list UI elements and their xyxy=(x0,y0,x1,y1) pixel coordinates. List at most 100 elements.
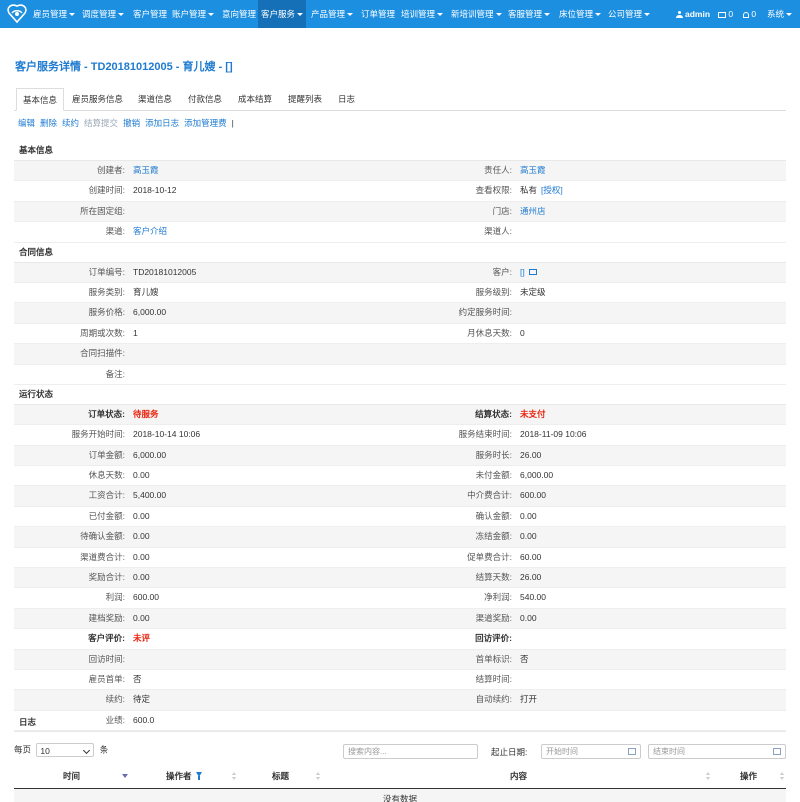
action-0-button[interactable]: 编辑 xyxy=(18,118,35,128)
nav-item-1[interactable]: 调度管理 xyxy=(79,0,127,28)
action-2-button[interactable]: 续约 xyxy=(62,118,79,128)
info-row: 续约: 待定 自动续约: 打开 xyxy=(14,690,786,711)
system-menu[interactable]: 系统 xyxy=(767,0,793,28)
field-label: 订单编号: xyxy=(88,266,125,277)
col-title[interactable]: 标题 xyxy=(272,768,289,788)
info-row: 渠道费合计: 0.00 促单费合计: 60.00 xyxy=(14,548,786,569)
info-row: 合同扫描件: xyxy=(14,344,786,365)
nav-item-5[interactable]: 客户服务 xyxy=(258,0,307,28)
field-value[interactable]: 高玉霞 xyxy=(516,161,786,180)
nav-item-7[interactable]: 订单管理 xyxy=(358,0,398,28)
info-row: 订单金额: 6,000.00 服务时长: 26.00 xyxy=(14,445,786,467)
start-date-input[interactable]: 开始时间 xyxy=(541,744,641,759)
sort-desc-icon[interactable] xyxy=(122,774,128,778)
field-label: 客户评价: xyxy=(88,633,125,644)
nav-item-0[interactable]: 雇员管理 xyxy=(30,0,78,28)
tab-3[interactable]: 付款信息 xyxy=(182,88,228,109)
info-row: 建档奖励: 0.00 渠道奖励: 0.00 xyxy=(14,608,786,630)
field-label: 服务时长: xyxy=(475,449,512,460)
field-value: 6,000.00 xyxy=(520,470,554,481)
log-section-title: 日志 xyxy=(14,712,786,732)
field-label: 渠道: xyxy=(105,226,125,237)
mail-icon[interactable] xyxy=(528,269,537,276)
col-content[interactable]: 内容 xyxy=(510,768,527,788)
field-label: 建档奖励: xyxy=(88,612,125,623)
log-search-input[interactable]: 搜索内容... xyxy=(343,744,478,759)
field-label: 奖励合计: xyxy=(88,572,125,583)
nav-item-6[interactable]: 产品管理 xyxy=(308,0,356,28)
chevron-down-icon xyxy=(644,13,651,17)
field-label: 渠道奖励: xyxy=(475,612,512,623)
info-row: 订单编号: TD20181012005 客户: [] xyxy=(14,262,786,283)
action-6-button[interactable]: 添加管理费 xyxy=(184,118,227,128)
field-value[interactable]: 高玉霞 xyxy=(129,161,400,180)
field-value[interactable]: 通州店 xyxy=(516,202,786,221)
col-action[interactable]: 操作 xyxy=(740,768,757,788)
sort-icon[interactable] xyxy=(232,772,237,782)
filter-icon[interactable] xyxy=(196,772,202,780)
field-label: 结算状态: xyxy=(475,408,512,419)
nav-item-label: 公司管理 xyxy=(608,9,643,19)
field-value: 2018-11-09 10:06 xyxy=(520,429,587,440)
field-label: 利润: xyxy=(105,592,125,603)
field-value: 6,000.00 xyxy=(133,449,167,460)
nav-item-8[interactable]: 培训管理 xyxy=(398,0,446,28)
field-value[interactable]: [] xyxy=(516,263,786,282)
mail-indicator[interactable]: 0 xyxy=(718,0,733,28)
bell-icon xyxy=(743,11,749,18)
nav-item-3[interactable]: 账户管理 xyxy=(169,0,217,28)
action-bar: 编辑 删除 续约 结算提交 撤销 添加日志 添加管理费 | xyxy=(18,117,239,129)
tab-1[interactable]: 雇员服务信息 xyxy=(66,88,129,109)
tab-2[interactable]: 渠道信息 xyxy=(132,88,178,109)
tab-4[interactable]: 成本结算 xyxy=(232,88,278,109)
nav-item-9[interactable]: 新培训管理 xyxy=(448,0,505,28)
mail-count: 0 xyxy=(728,9,734,19)
tab-0[interactable]: 基本信息 xyxy=(16,88,65,111)
chevron-down-icon xyxy=(69,13,76,17)
calendar-icon xyxy=(628,748,636,755)
action-5-button[interactable]: 添加日志 xyxy=(145,118,179,128)
field-label: 冻结金额: xyxy=(475,531,512,542)
info-row: 创建者: 高玉霞 责任人: 高玉霞 xyxy=(14,161,786,182)
field-label: 服务价格: xyxy=(88,307,125,318)
nav-item-2[interactable]: 客户管理 xyxy=(130,0,170,28)
top-navbar: 雇员管理 调度管理 客户管理 账户管理 意向管理 客户服务 产品管理 订单管理 培训管理 新培训管… xyxy=(0,0,800,28)
nav-item-12[interactable]: 公司管理 xyxy=(605,0,653,28)
nav-item-10[interactable]: 客服管理 xyxy=(505,0,553,28)
nav-item-4[interactable]: 意向管理 xyxy=(219,0,259,28)
tab-6[interactable]: 日志 xyxy=(332,88,361,109)
user-menu[interactable]: admin xyxy=(676,0,710,28)
user-name: admin xyxy=(685,9,711,19)
calendar-icon xyxy=(773,748,781,755)
field-label: 渠道费合计: xyxy=(80,551,125,562)
field-value: TD20181012005 xyxy=(133,266,197,277)
detail-table: 基本信息 创建者: 高玉霞 责任人: 高玉霞 创建时间: 2018-10-12 查看权限: 私有… xyxy=(14,141,786,732)
sort-icon[interactable] xyxy=(706,772,711,782)
col-operator[interactable]: 操作者 xyxy=(166,768,192,788)
grant-permission-link[interactable]: [授权] xyxy=(541,185,563,195)
nav-item-11[interactable]: 床位管理 xyxy=(556,0,604,28)
col-time[interactable]: 时间 xyxy=(63,768,80,788)
field-label: 已付金额: xyxy=(88,510,125,521)
field-value xyxy=(516,303,786,322)
field-value: 1 xyxy=(133,327,138,338)
sort-icon[interactable] xyxy=(780,772,785,782)
notification-indicator[interactable]: 0 xyxy=(743,0,756,28)
info-row: 客户评价: 未评 回访评价: xyxy=(14,629,786,650)
sort-icon[interactable] xyxy=(316,772,321,782)
field-value: 600.00 xyxy=(520,490,546,501)
field-label: 订单状态: xyxy=(88,408,125,419)
tab-5[interactable]: 提醒列表 xyxy=(282,88,328,109)
chevron-down-icon xyxy=(495,13,502,17)
info-row: 服务类别: 育儿嫂 服务级别: 未定级 xyxy=(14,283,786,304)
end-date-input[interactable]: 结束时间 xyxy=(648,744,786,759)
field-value xyxy=(129,202,400,221)
field-value: 0.00 xyxy=(133,612,150,623)
page-size-select[interactable]: 10 xyxy=(36,743,95,757)
action-4-button[interactable]: 撤销 xyxy=(123,118,140,128)
action-1-button[interactable]: 删除 xyxy=(40,118,57,128)
field-label: 创建时间: xyxy=(88,185,125,196)
field-value[interactable]: 客户介绍 xyxy=(129,222,400,241)
field-label: 服务级别: xyxy=(475,286,512,297)
field-label: 未付金额: xyxy=(475,470,512,481)
